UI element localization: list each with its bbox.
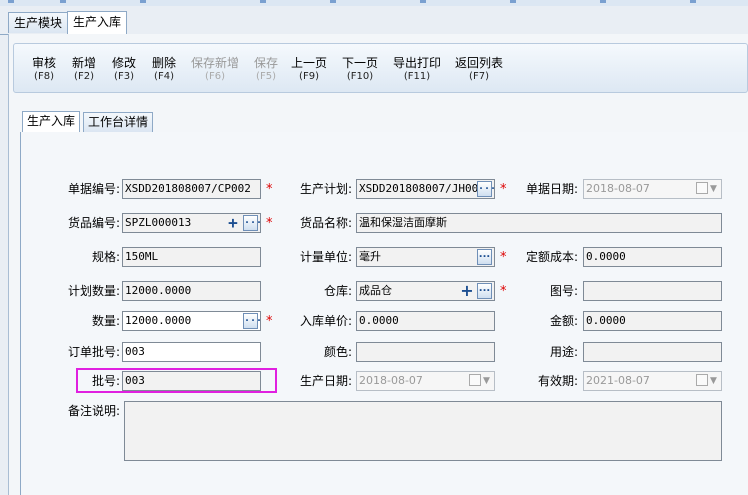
ellipsis-icon[interactable]: ...: [243, 313, 260, 329]
add-icon[interactable]: +: [226, 215, 240, 231]
spec-field[interactable]: 150ML: [122, 247, 261, 267]
remark-label: 备注说明:: [67, 404, 120, 418]
color-field[interactable]: [356, 342, 495, 362]
plan-qty-label: 计划数量:: [67, 284, 120, 298]
delete-button[interactable]: 删除 (F4): [152, 56, 176, 84]
doc-date-field[interactable]: 2018-08-07 ▼: [583, 179, 722, 199]
plan-qty-field[interactable]: 12000.0000: [122, 281, 261, 301]
ellipsis-icon[interactable]: ...: [477, 249, 492, 265]
warehouse-label: 仓库:: [323, 284, 352, 298]
tab-inbound[interactable]: 生产入库: [22, 111, 81, 133]
item-name-label: 货品名称:: [299, 216, 352, 230]
qty-label: 数量:: [91, 314, 120, 328]
drawing-no-label: 图号:: [549, 284, 578, 298]
new-button[interactable]: 新增 (F2): [72, 56, 96, 84]
edit-button[interactable]: 修改 (F3): [112, 56, 136, 84]
color-label: 颜色:: [323, 345, 352, 359]
item-no-label: 货品编号:: [67, 216, 120, 230]
add-icon[interactable]: +: [460, 283, 474, 299]
order-batch-field[interactable]: 003: [122, 342, 261, 362]
plan-label: 生产计划:: [299, 182, 352, 196]
usage-label: 用途:: [549, 345, 578, 359]
tab-production-inbound[interactable]: 生产入库: [67, 11, 128, 34]
toolbar: 审核 (F8) 新增 (F2) 修改 (F3) 删除 (F4) 保存新增 (F6) 保存(…: [13, 43, 748, 93]
ellipsis-icon[interactable]: ...: [477, 181, 494, 197]
doc-no-label: 单据编号:: [67, 182, 120, 196]
doc-date-label: 单据日期:: [525, 182, 578, 196]
audit-button[interactable]: 审核 (F8): [32, 56, 56, 84]
tab-workbench-details[interactable]: 工作台详情: [83, 112, 154, 132]
ellipsis-icon[interactable]: ...: [477, 283, 492, 299]
std-cost-field[interactable]: 0.0000: [583, 247, 722, 267]
std-cost-label: 定额成本:: [525, 250, 578, 264]
batch-label: 批号:: [91, 374, 120, 388]
unit-field[interactable]: 毫升 ...: [356, 247, 495, 267]
qty-field[interactable]: 12000.0000 ...: [122, 311, 261, 331]
chevron-down-icon[interactable]: ▼: [710, 183, 717, 195]
drawing-no-field[interactable]: [583, 281, 722, 301]
unit-label: 计量单位:: [299, 250, 352, 264]
back-to-list-button[interactable]: 返回列表 (F7): [455, 56, 503, 84]
doc-no-field[interactable]: XSDD201808007/CP002: [122, 179, 261, 199]
ellipsis-icon[interactable]: ...: [243, 215, 260, 231]
expiry-field[interactable]: 2021-08-07 ▼: [583, 371, 722, 391]
prod-date-field[interactable]: 2018-08-07 ▼: [356, 371, 495, 391]
remark-textarea[interactable]: [124, 401, 722, 461]
chevron-down-icon[interactable]: ▼: [710, 375, 717, 387]
in-price-field[interactable]: 0.0000: [356, 311, 495, 331]
chevron-down-icon[interactable]: ▼: [483, 375, 490, 387]
prev-page-button[interactable]: 上一页 (F9): [291, 56, 327, 84]
save-button[interactable]: 保存 (F5): [254, 56, 278, 84]
item-name-field[interactable]: 温和保湿洁面摩斯: [356, 213, 722, 233]
export-print-button[interactable]: 导出打印 (F11): [393, 56, 441, 84]
calendar-icon[interactable]: [696, 374, 708, 386]
expiry-label: 有效期:: [537, 374, 578, 388]
order-batch-label: 订单批号:: [67, 345, 120, 359]
amount-field[interactable]: 0.0000: [583, 311, 722, 331]
usage-field[interactable]: [583, 342, 722, 362]
tab-production-module[interactable]: 生产模块: [8, 12, 69, 33]
prod-date-label: 生产日期:: [299, 374, 352, 388]
spec-label: 规格:: [91, 250, 120, 264]
in-price-label: 入库单价:: [299, 314, 352, 328]
warehouse-field[interactable]: 成品仓 + ...: [356, 281, 495, 301]
save-and-new-button[interactable]: 保存新增 (F6): [191, 56, 239, 84]
module-tab-bar: 生产模块 生产入库: [0, 10, 748, 35]
calendar-icon[interactable]: [469, 374, 481, 386]
batch-field[interactable]: 003: [122, 371, 261, 391]
next-page-button[interactable]: 下一页 (F10): [342, 56, 378, 84]
detail-tab-bar: 生产入库 工作台详情: [20, 110, 748, 133]
item-no-field[interactable]: SPZL000013 + ...: [122, 213, 261, 233]
plan-field[interactable]: XSDD201808007/JH002 ...: [356, 179, 495, 199]
amount-label: 金额:: [549, 314, 578, 328]
top-strip: [0, 0, 748, 6]
calendar-icon[interactable]: [696, 182, 708, 194]
